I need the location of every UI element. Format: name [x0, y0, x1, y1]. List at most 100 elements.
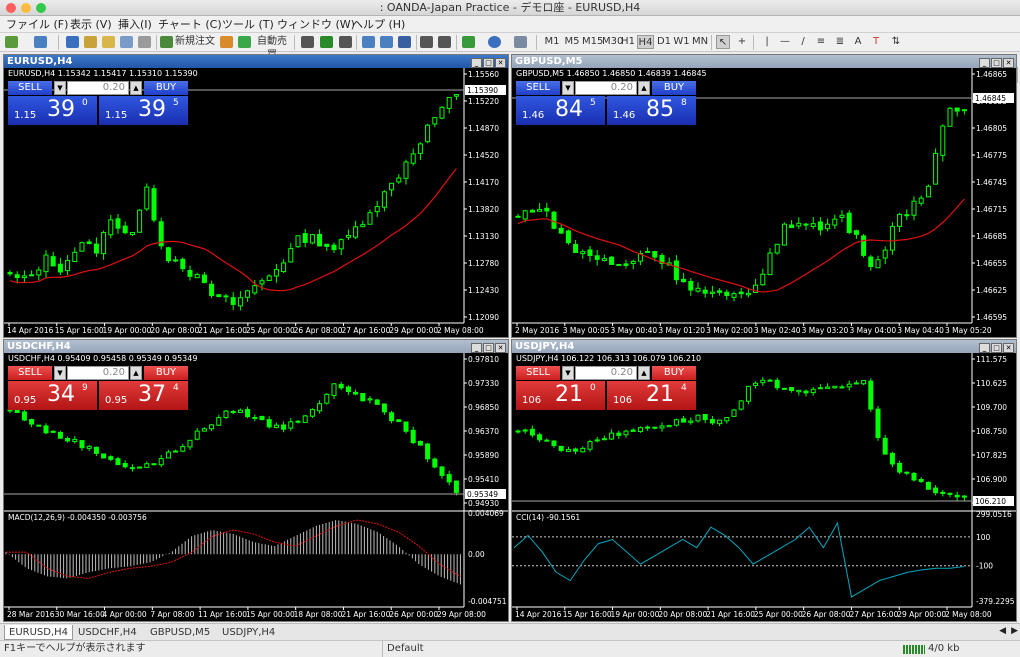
new-chart-icon[interactable]	[5, 36, 18, 48]
lots-down-icon[interactable]: ▼	[54, 81, 66, 95]
sell-button[interactable]: SELL	[516, 366, 560, 380]
sell-quote[interactable]: 0.95 34 9	[8, 381, 97, 410]
maximize-icon[interactable]: □	[991, 58, 1002, 68]
lots-up-icon[interactable]: ▲	[638, 366, 650, 380]
buy-quote[interactable]: 1.46 85 8	[607, 96, 696, 125]
chart-window-usdjpy[interactable]: USDJPY,H4 _ □ ✕ 111.575 110.625 109.700 108.75…	[511, 339, 1017, 622]
minimize-icon[interactable]: _	[979, 58, 990, 68]
menu-insert[interactable]: 挿入(I)	[118, 16, 152, 33]
lots-up-icon[interactable]: ▲	[638, 81, 650, 95]
tab-usdchf[interactable]: USDCHF,H4	[74, 625, 141, 640]
maximize-icon[interactable]: □	[991, 343, 1002, 353]
chart-window-title[interactable]: EURUSD,H4 _ □ ✕	[4, 55, 508, 68]
strategy-tester-icon[interactable]	[138, 36, 151, 48]
zoom-out-icon[interactable]	[380, 36, 393, 48]
auto-scroll-icon[interactable]	[420, 36, 433, 48]
channel-icon[interactable]: ≡	[814, 35, 828, 49]
cursor-tool-icon[interactable]: ↖	[716, 35, 730, 49]
lots-input[interactable]: 0.20	[67, 81, 129, 95]
profiles-icon[interactable]	[34, 36, 47, 48]
close-icon[interactable]: ✕	[1003, 58, 1014, 68]
minimize-window-icon[interactable]	[21, 3, 31, 13]
close-icon[interactable]: ✕	[1003, 343, 1014, 353]
chart-window-usdchf[interactable]: USDCHF,H4 _ □ ✕ 0.97810 0.97330 0.96850 0.9637…	[3, 339, 509, 622]
timeframe-d1[interactable]: D1	[656, 35, 672, 49]
maximize-icon[interactable]: □	[483, 343, 494, 353]
timeframe-w1[interactable]: W1	[673, 35, 690, 49]
chart-window-title[interactable]: GBPUSD,M5 _ □ ✕	[512, 55, 1016, 68]
sell-quote[interactable]: 1.46 84 5	[516, 96, 605, 125]
lots-input[interactable]: 0.20	[575, 366, 637, 380]
indicators-icon[interactable]	[462, 36, 475, 48]
lots-up-icon[interactable]: ▲	[130, 81, 142, 95]
chart-window-title[interactable]: USDJPY,H4 _ □ ✕	[512, 340, 1016, 353]
chart-plot-area[interactable]: 1.468651.468351.468051.467751.467451.467…	[512, 68, 1016, 337]
fibonacci-icon[interactable]: ≣	[833, 35, 847, 49]
arrows-tool-icon[interactable]: ⇅	[886, 35, 906, 49]
tab-usdjpy[interactable]: USDJPY,H4	[218, 625, 279, 640]
candlestick-chart-icon[interactable]	[320, 36, 333, 48]
new-order-icon[interactable]	[160, 36, 173, 48]
sell-button[interactable]: SELL	[8, 81, 52, 95]
auto-trading-button[interactable]: 自動売買	[253, 35, 291, 61]
minimize-icon[interactable]: _	[471, 343, 482, 353]
timeframe-m5[interactable]: M5	[563, 35, 581, 49]
menu-chart[interactable]: チャート (C)	[158, 16, 222, 33]
vertical-line-icon[interactable]: |	[760, 35, 774, 49]
new-order-button[interactable]: 新規注文	[175, 35, 215, 49]
timeframe-mn[interactable]: MN	[691, 35, 709, 49]
crosshair-tool-icon[interactable]: +	[735, 35, 749, 49]
buy-quote[interactable]: 1.15 39 5	[99, 96, 188, 125]
timeframe-m15[interactable]: M15	[582, 35, 603, 49]
menu-tools[interactable]: ツール (T)	[222, 16, 274, 33]
lots-input[interactable]: 0.20	[575, 81, 637, 95]
horizontal-line-icon[interactable]: —	[778, 35, 792, 49]
tabs-scroll-right-icon[interactable]: ▶	[1011, 626, 1018, 636]
bar-chart-icon[interactable]	[301, 36, 314, 48]
buy-button[interactable]: BUY	[144, 366, 188, 380]
menu-window[interactable]: ウィンドウ (W)	[277, 16, 355, 33]
timeframe-m1[interactable]: M1	[543, 35, 561, 49]
navigator-icon[interactable]	[102, 36, 115, 48]
sell-button[interactable]: SELL	[8, 366, 52, 380]
line-chart-icon[interactable]	[339, 36, 352, 48]
sell-quote[interactable]: 1.15 39 0	[8, 96, 97, 125]
lots-down-icon[interactable]: ▼	[562, 366, 574, 380]
periods-icon[interactable]	[488, 36, 501, 48]
buy-quote[interactable]: 106 21 4	[607, 381, 696, 410]
lots-down-icon[interactable]: ▼	[54, 366, 66, 380]
menu-view[interactable]: 表示 (V)	[70, 16, 112, 33]
menu-help[interactable]: ヘルプ (H)	[352, 16, 405, 33]
zoom-in-icon[interactable]	[362, 36, 375, 48]
sell-button[interactable]: SELL	[516, 81, 560, 95]
close-icon[interactable]: ✕	[495, 343, 506, 353]
zoom-window-icon[interactable]	[36, 3, 46, 13]
tab-gbpusd[interactable]: GBPUSD,M5	[146, 625, 214, 640]
maximize-icon[interactable]: □	[483, 58, 494, 68]
chart-plot-area[interactable]: 1.15560 1.15220 1.14870 1.14520 1.14170 1.138…	[4, 68, 508, 337]
timeframe-h1[interactable]: H1	[620, 35, 636, 49]
market-watch-icon[interactable]	[66, 36, 79, 48]
chart-shift-icon[interactable]	[438, 36, 451, 48]
text-label-icon[interactable]: T	[869, 35, 883, 49]
trendline-icon[interactable]: /	[796, 35, 810, 49]
buy-button[interactable]: BUY	[652, 366, 696, 380]
lots-input[interactable]: 0.20	[67, 366, 129, 380]
sell-quote[interactable]: 106 21 0	[516, 381, 605, 410]
buy-button[interactable]: BUY	[652, 81, 696, 95]
chart-plot-area[interactable]: 0.97810 0.97330 0.96850 0.96370 0.95890 0.954…	[4, 353, 508, 621]
chart-window-gbpusd[interactable]: GBPUSD,M5 _□✕1.468651.468351.468051.4677…	[511, 54, 1017, 338]
terminal-icon[interactable]	[120, 36, 133, 48]
chart-window-title[interactable]: USDCHF,H4 _ □ ✕	[4, 340, 508, 353]
expert-advisor-icon[interactable]	[220, 36, 233, 48]
tile-windows-icon[interactable]	[398, 36, 411, 48]
timeframe-h4[interactable]: H4	[637, 35, 654, 49]
buy-button[interactable]: BUY	[144, 81, 188, 95]
tabs-scroll-left-icon[interactable]: ◀	[999, 626, 1006, 636]
data-window-icon[interactable]	[84, 36, 97, 48]
menu-file[interactable]: ファイル (F)	[6, 16, 68, 33]
lots-down-icon[interactable]: ▼	[562, 81, 574, 95]
chart-plot-area[interactable]: 111.575 110.625 109.700 108.750 107.825 106.9…	[512, 353, 1016, 621]
chart-window-eurusd[interactable]: EURUSD,H4 _ □ ✕ 1.15560 1.15220 1.14870 1.1452…	[3, 54, 509, 338]
lots-up-icon[interactable]: ▲	[130, 366, 142, 380]
